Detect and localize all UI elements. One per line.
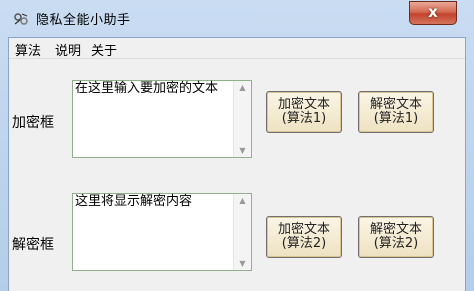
app-window: 隐私全能小助手 x 算法 说明 关于 加密框 在这里输入要加密的文本 ▲ ▼ 加… [0,0,474,291]
decrypt-scrollbar[interactable]: ▲ ▼ [233,194,251,270]
encrypt-alg1-label: 加密文本 (算法1) [277,97,330,126]
decrypt-text: 这里将显示解密内容 [75,194,193,209]
decrypt-label: 解密框 [12,237,54,253]
encrypt-alg1-button[interactable]: 加密文本 (算法1) [266,91,342,133]
encrypt-alg2-label: 加密文本 (算法2) [277,222,330,251]
decrypt-alg1-button[interactable]: 解密文本 (算法1) [358,91,434,133]
decrypt-alg2-label: 解密文本 (算法2) [369,222,422,251]
menu-help[interactable]: 说明 [55,40,81,59]
decrypt-alg1-label: 解密文本 (算法1) [369,97,422,126]
encrypt-scrollbar[interactable]: ▲ ▼ [233,81,251,157]
menu-algorithm[interactable]: 算法 [15,40,41,59]
scroll-up-icon[interactable]: ▲ [234,83,251,92]
scroll-down-icon[interactable]: ▼ [234,259,251,268]
client-area: 算法 说明 关于 加密框 在这里输入要加密的文本 ▲ ▼ 加密文本 (算法1) … [8,37,466,291]
scroll-down-icon[interactable]: ▼ [234,146,251,155]
app-icon [14,13,28,25]
menu-bar: 算法 说明 关于 [9,38,465,59]
encrypt-text: 在这里输入要加密的文本 [75,81,219,96]
encrypt-label: 加密框 [12,115,54,131]
title-bar[interactable]: 隐私全能小助手 x [0,0,474,36]
window-title: 隐私全能小助手 [36,13,131,28]
decrypt-alg2-button[interactable]: 解密文本 (算法2) [358,216,434,258]
decrypt-textbox[interactable]: 这里将显示解密内容 ▲ ▼ [72,193,252,271]
scroll-up-icon[interactable]: ▲ [234,196,251,205]
close-icon: x [428,3,438,21]
encrypt-alg2-button[interactable]: 加密文本 (算法2) [266,216,342,258]
encrypt-textbox[interactable]: 在这里输入要加密的文本 ▲ ▼ [72,80,252,158]
menu-about[interactable]: 关于 [91,40,117,59]
close-button[interactable]: x [409,1,457,25]
